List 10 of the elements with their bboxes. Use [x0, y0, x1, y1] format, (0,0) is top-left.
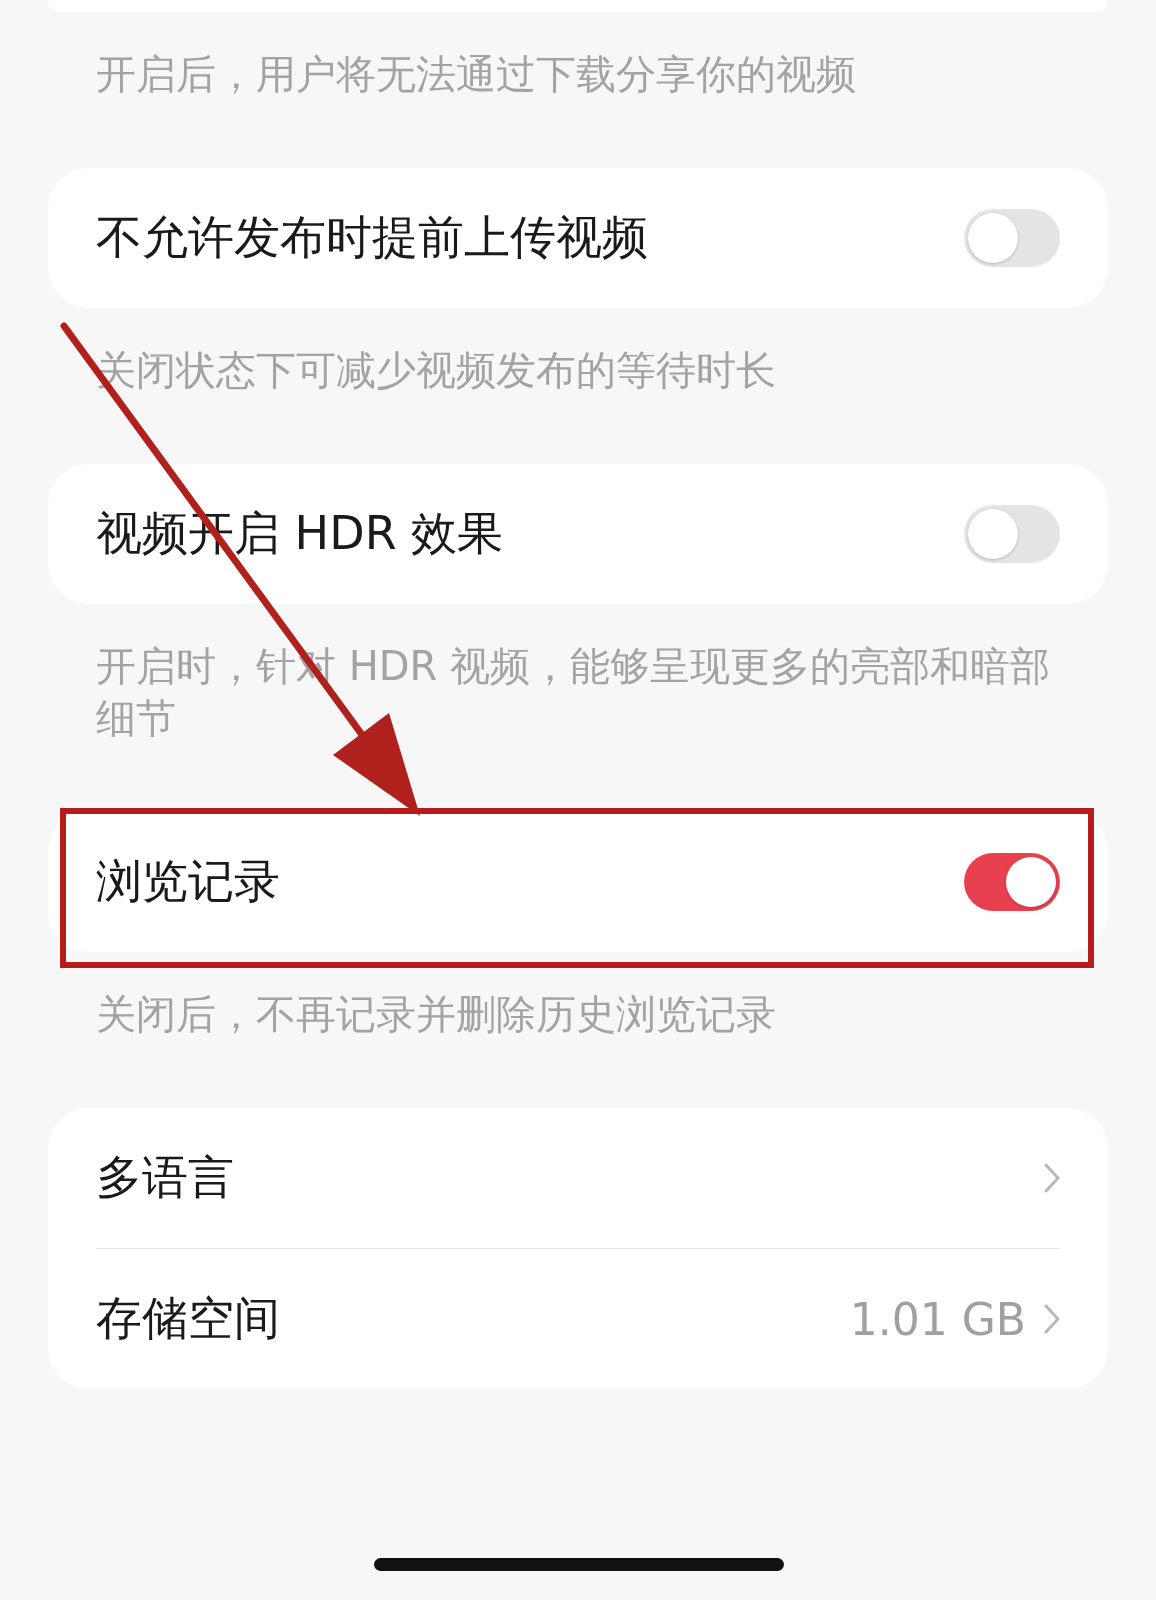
setting-label: 存储空间 [96, 1290, 280, 1347]
chevron-right-icon[interactable] [1044, 1304, 1060, 1334]
chevron-right-icon[interactable] [1044, 1163, 1060, 1193]
setting-description: 开启后，用户将无法通过下载分享你的视频 [95, 50, 857, 99]
setting-description: 关闭后，不再记录并删除历史浏览记录 [95, 990, 777, 1039]
setting-label: 多语言 [96, 1149, 234, 1206]
setting-label: 浏览记录 [96, 853, 280, 910]
toggle-switch[interactable] [964, 853, 1060, 911]
setting-value: 1.01 GB [849, 1293, 1026, 1345]
setting-label: 不允许发布时提前上传视频 [96, 209, 648, 266]
